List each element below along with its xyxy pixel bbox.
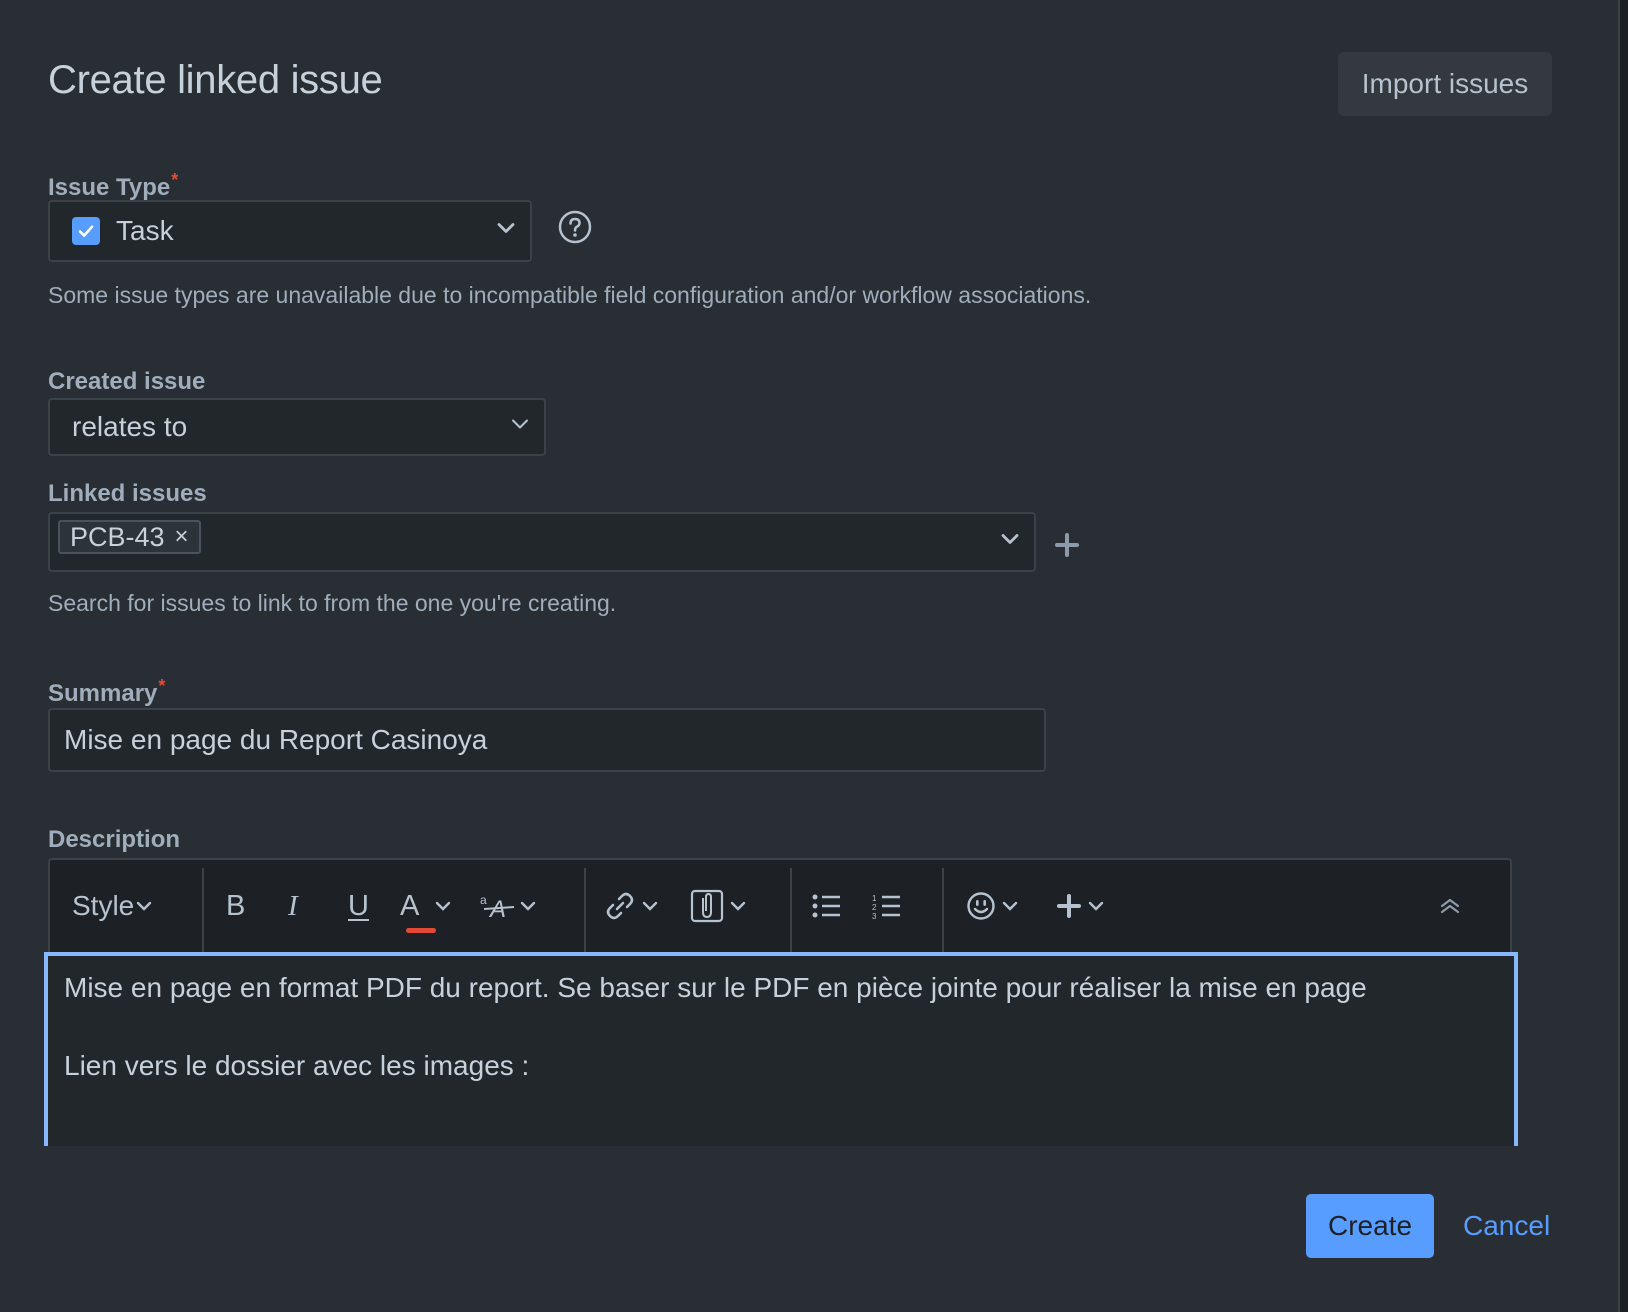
clear-formatting-icon: a A xyxy=(480,893,515,920)
bullet-list-button[interactable] xyxy=(812,860,842,952)
help-icon[interactable] xyxy=(558,210,592,249)
link-type-value: relates to xyxy=(72,411,188,442)
remove-tag-icon[interactable]: × xyxy=(175,523,189,551)
created-issue-label: Created issue xyxy=(48,368,206,395)
issue-type-select[interactable]: Task xyxy=(48,200,532,262)
bullet-list-icon xyxy=(812,894,840,918)
link-type-select[interactable]: relates to xyxy=(48,398,546,456)
underline-button[interactable]: U xyxy=(348,860,369,952)
attachment-button[interactable] xyxy=(690,860,746,952)
issue-type-help-text: Some issue types are unavailable due to … xyxy=(48,282,1092,308)
linked-issues-select[interactable]: PCB-43 × xyxy=(48,512,1036,572)
editor-toolbar: Style B I U A a A 1 2 3 xyxy=(50,860,1510,952)
chevron-down-icon xyxy=(520,901,536,911)
text-color-label: A xyxy=(400,889,420,922)
issue-type-label-text: Issue Type xyxy=(48,174,171,201)
chevron-down-icon xyxy=(1002,901,1018,911)
attachment-icon xyxy=(690,889,724,923)
chevron-down-icon xyxy=(642,901,658,911)
issue-type-label: Issue Type* xyxy=(48,170,178,202)
description-content[interactable]: Mise en page en format PDF du report. Se… xyxy=(44,952,1518,1146)
emoji-button[interactable] xyxy=(966,860,1018,952)
text-color-button[interactable]: A xyxy=(400,860,451,952)
italic-button[interactable]: I xyxy=(288,860,298,952)
svg-text:1: 1 xyxy=(872,894,877,903)
style-dropdown-label: Style xyxy=(72,890,135,921)
summary-label-text: Summary xyxy=(48,680,158,707)
description-paragraph: Lien vers le dossier avec les images : xyxy=(64,1050,530,1081)
toolbar-divider xyxy=(202,868,204,952)
dialog-title: Create linked issue xyxy=(48,58,383,102)
issue-type-value: Task xyxy=(116,215,174,246)
chevron-down-icon xyxy=(137,901,152,911)
linked-issue-tag-label: PCB-43 xyxy=(70,521,165,552)
import-issues-button[interactable]: Import issues xyxy=(1338,52,1552,116)
required-mark: * xyxy=(158,676,166,696)
chevron-down-icon xyxy=(496,222,516,241)
link-button[interactable] xyxy=(604,860,658,952)
emoji-icon xyxy=(967,892,995,920)
create-linked-issue-dialog: Create linked issue Import issues Issue … xyxy=(0,0,1620,1312)
text-color-swatch xyxy=(406,927,436,933)
plus-icon xyxy=(1057,894,1081,918)
required-mark: * xyxy=(171,170,179,190)
summary-input[interactable]: Mise en page du Report Casinoya xyxy=(48,708,1046,772)
toolbar-divider xyxy=(584,868,586,952)
collapse-toolbar-button[interactable] xyxy=(1438,860,1462,952)
toolbar-divider xyxy=(942,868,944,952)
bold-button[interactable]: B xyxy=(226,860,245,952)
description-paragraph: Mise en page en format PDF du report. Se… xyxy=(64,972,1367,1003)
style-dropdown[interactable]: Style xyxy=(72,860,152,952)
link-icon xyxy=(606,892,634,920)
numbered-list-icon: 1 2 3 xyxy=(872,894,900,919)
svg-text:2: 2 xyxy=(872,903,877,912)
linked-issues-help-text: Search for issues to link to from the on… xyxy=(48,590,617,616)
insert-more-button[interactable] xyxy=(1056,860,1104,952)
double-chevron-up-icon xyxy=(1440,898,1460,914)
description-label: Description xyxy=(48,826,181,853)
linked-issues-label: Linked issues xyxy=(48,480,207,507)
linked-issue-tag: PCB-43 × xyxy=(58,520,201,554)
chevron-down-icon xyxy=(510,418,530,437)
numbered-list-button[interactable]: 1 2 3 xyxy=(872,860,902,952)
toolbar-divider xyxy=(790,868,792,952)
svg-text:3: 3 xyxy=(872,912,877,919)
summary-label: Summary* xyxy=(48,676,165,708)
svg-text:a: a xyxy=(480,893,487,907)
cancel-link[interactable]: Cancel xyxy=(1463,1210,1550,1242)
add-icon[interactable] xyxy=(1055,533,1079,562)
chevron-down-icon xyxy=(730,901,746,911)
chevron-down-icon xyxy=(436,901,451,911)
create-button[interactable]: Create xyxy=(1306,1194,1434,1258)
task-type-icon xyxy=(72,217,100,245)
chevron-down-icon xyxy=(1088,901,1104,911)
more-formatting-button[interactable]: a A xyxy=(480,860,536,952)
chevron-down-icon xyxy=(1000,533,1020,552)
